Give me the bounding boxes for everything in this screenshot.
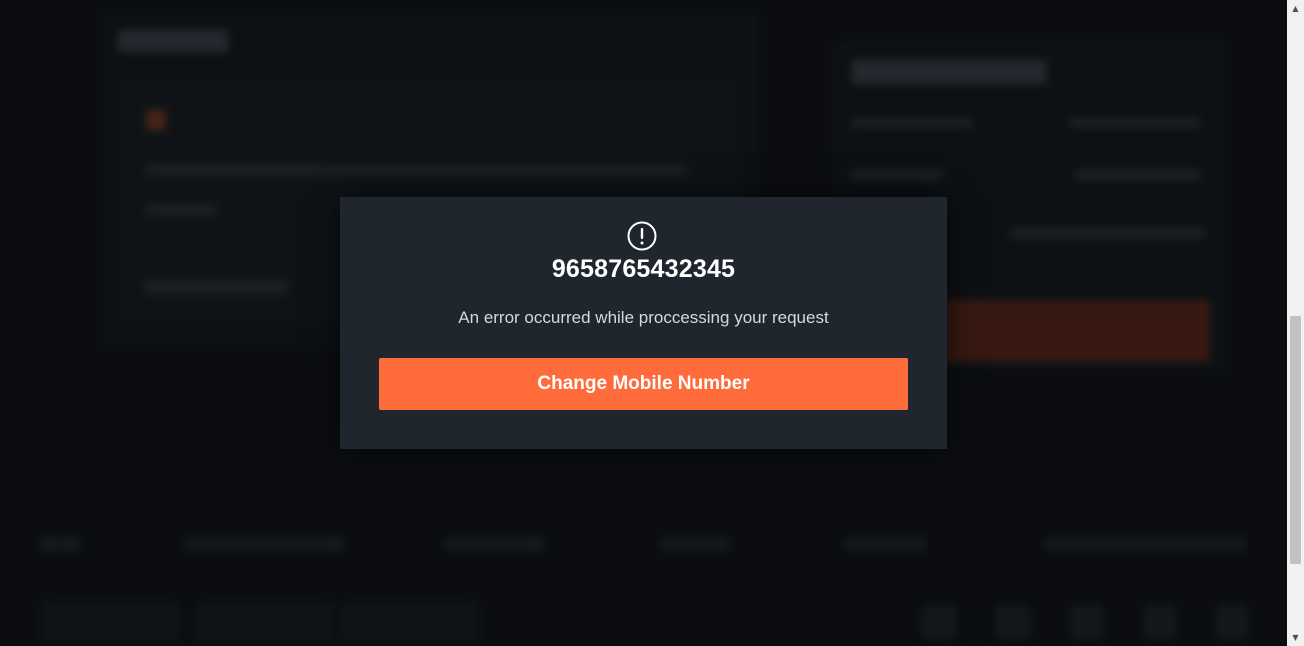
background-social-icon <box>1215 605 1249 639</box>
background-social-icon <box>1070 605 1104 639</box>
background-orange-icon <box>146 110 166 130</box>
background-footer-item <box>660 537 730 551</box>
background-text-line <box>1010 228 1205 238</box>
background-footer-item <box>185 537 345 551</box>
scrollbar-thumb[interactable] <box>1290 316 1301 564</box>
error-modal: 9658765432345 An error occurred while pr… <box>340 197 947 449</box>
background-text-line <box>146 165 686 175</box>
exclamation-circle-icon <box>627 221 657 251</box>
vertical-scrollbar[interactable]: ▲ ▼ <box>1287 0 1304 646</box>
background-text-line <box>1070 118 1200 128</box>
background-store-badge <box>195 600 335 642</box>
scroll-up-arrow-icon[interactable]: ▲ <box>1287 0 1304 17</box>
background-left-heading <box>118 30 228 52</box>
background-social-icon <box>922 605 956 639</box>
modal-title: 9658765432345 <box>551 255 736 283</box>
background-text-line <box>852 170 942 180</box>
background-footer-item <box>445 537 545 551</box>
background-text-line <box>146 205 216 215</box>
background-text-line <box>852 118 972 128</box>
background-footer-item <box>1045 537 1245 551</box>
background-text-line <box>1075 170 1200 180</box>
error-message: An error occurred while proccessing your… <box>458 308 829 327</box>
change-mobile-number-button[interactable]: Change Mobile Number <box>379 358 908 410</box>
background-social-icon <box>996 605 1030 639</box>
background-footer-item <box>40 537 80 551</box>
background-store-badge <box>340 600 480 642</box>
background-right-heading <box>852 60 1047 84</box>
background-footer-item <box>845 537 925 551</box>
background-social-icon <box>1143 605 1177 639</box>
background-footer-links <box>30 525 1260 565</box>
scroll-down-arrow-icon[interactable]: ▼ <box>1287 629 1304 646</box>
background-store-badge <box>40 600 180 642</box>
background-text-line <box>146 280 286 294</box>
